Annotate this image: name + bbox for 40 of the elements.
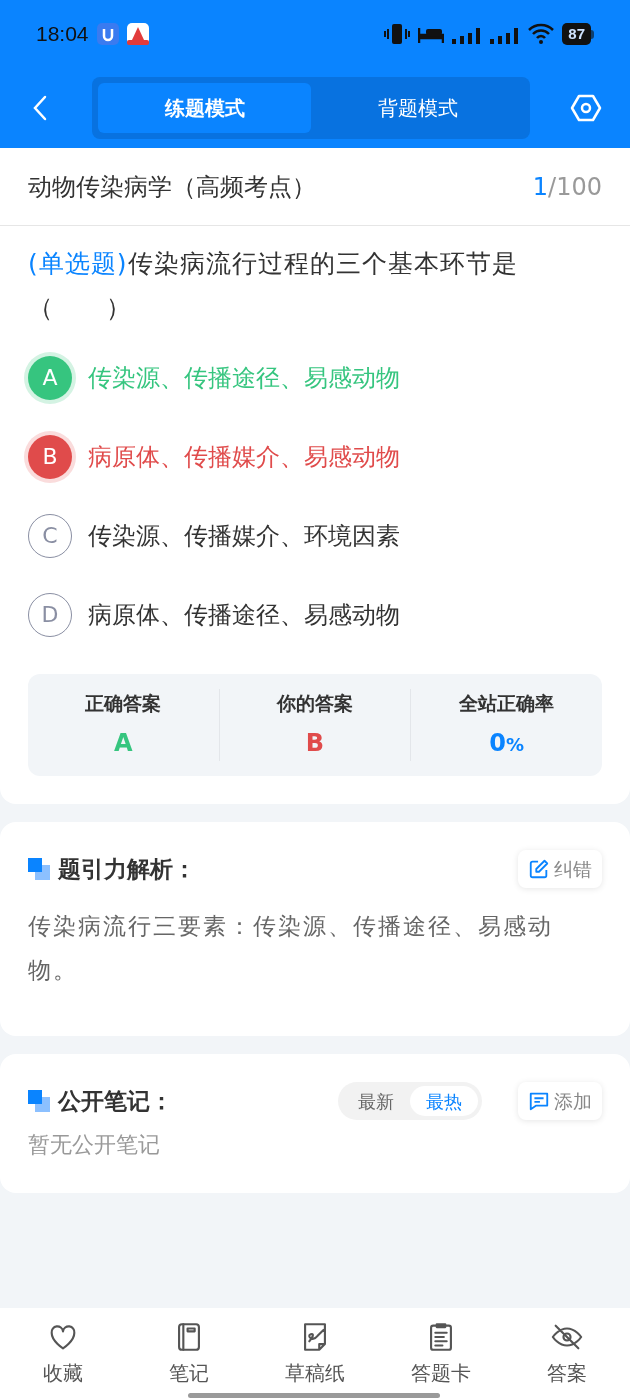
bottom-nav-item[interactable]: 答案 [504,1320,630,1388]
battery-level: 87 [562,23,591,45]
wifi-icon [528,23,555,45]
section-icon [28,1090,50,1112]
section-icon [28,858,50,880]
bottom-nav-item[interactable]: 答题卡 [378,1320,504,1388]
status-time: 18:04 [36,21,89,48]
sort-tab[interactable]: 最热 [410,1086,478,1116]
question-counter: 1/100 [532,171,602,203]
stat-value: B [305,728,325,760]
vibrate-icon [384,23,411,45]
stat-value: 0% [489,728,525,760]
stat-label: 全站正确率 [459,690,555,716]
stat-value: A [114,728,133,760]
bottom-nav-item[interactable]: 收藏 [0,1320,126,1388]
section-title: 公开笔记： [58,1086,173,1116]
app-notification-icon [126,23,149,45]
answer-option[interactable]: D 病原体、传播途径、易感动物 [28,591,602,638]
settings-icon [570,92,602,124]
analysis-text: 传染病流行三要素：传染源、传播途径、易感动物。 [28,912,554,985]
stat-label: 正确答案 [85,690,162,716]
edit-icon [528,858,550,880]
comment-icon [528,1090,550,1112]
bottom-nav-item[interactable]: 草稿纸 [252,1320,378,1388]
back-icon [31,94,49,122]
empty-notes-text: 暂无公开笔记 [28,1131,161,1159]
mode-tab[interactable]: 练题模式 [98,83,311,133]
app-notification-icon [96,23,119,45]
subject-title: 动物传染病学（高频考点） [28,171,316,203]
answer-option[interactable]: B 病原体、传播媒介、易感动物 [28,433,602,480]
section-title: 题引力解析： [58,854,196,884]
sort-tab[interactable]: 最新 [342,1086,410,1116]
bottom-nav-item[interactable]: 笔记 [126,1320,252,1388]
question-text: (单选题)传染病流行过程的三个基本环节是（ ） [27,248,519,324]
stat-label: 你的答案 [277,690,353,716]
add-note-button[interactable]: 添加 [518,1082,602,1120]
report-error-button[interactable]: 纠错 [518,850,602,888]
battery-tip-icon [591,29,594,39]
mode-tab[interactable]: 背题模式 [311,83,524,133]
answer-option[interactable]: C 传染源、传播媒介、环境因素 [28,512,602,559]
